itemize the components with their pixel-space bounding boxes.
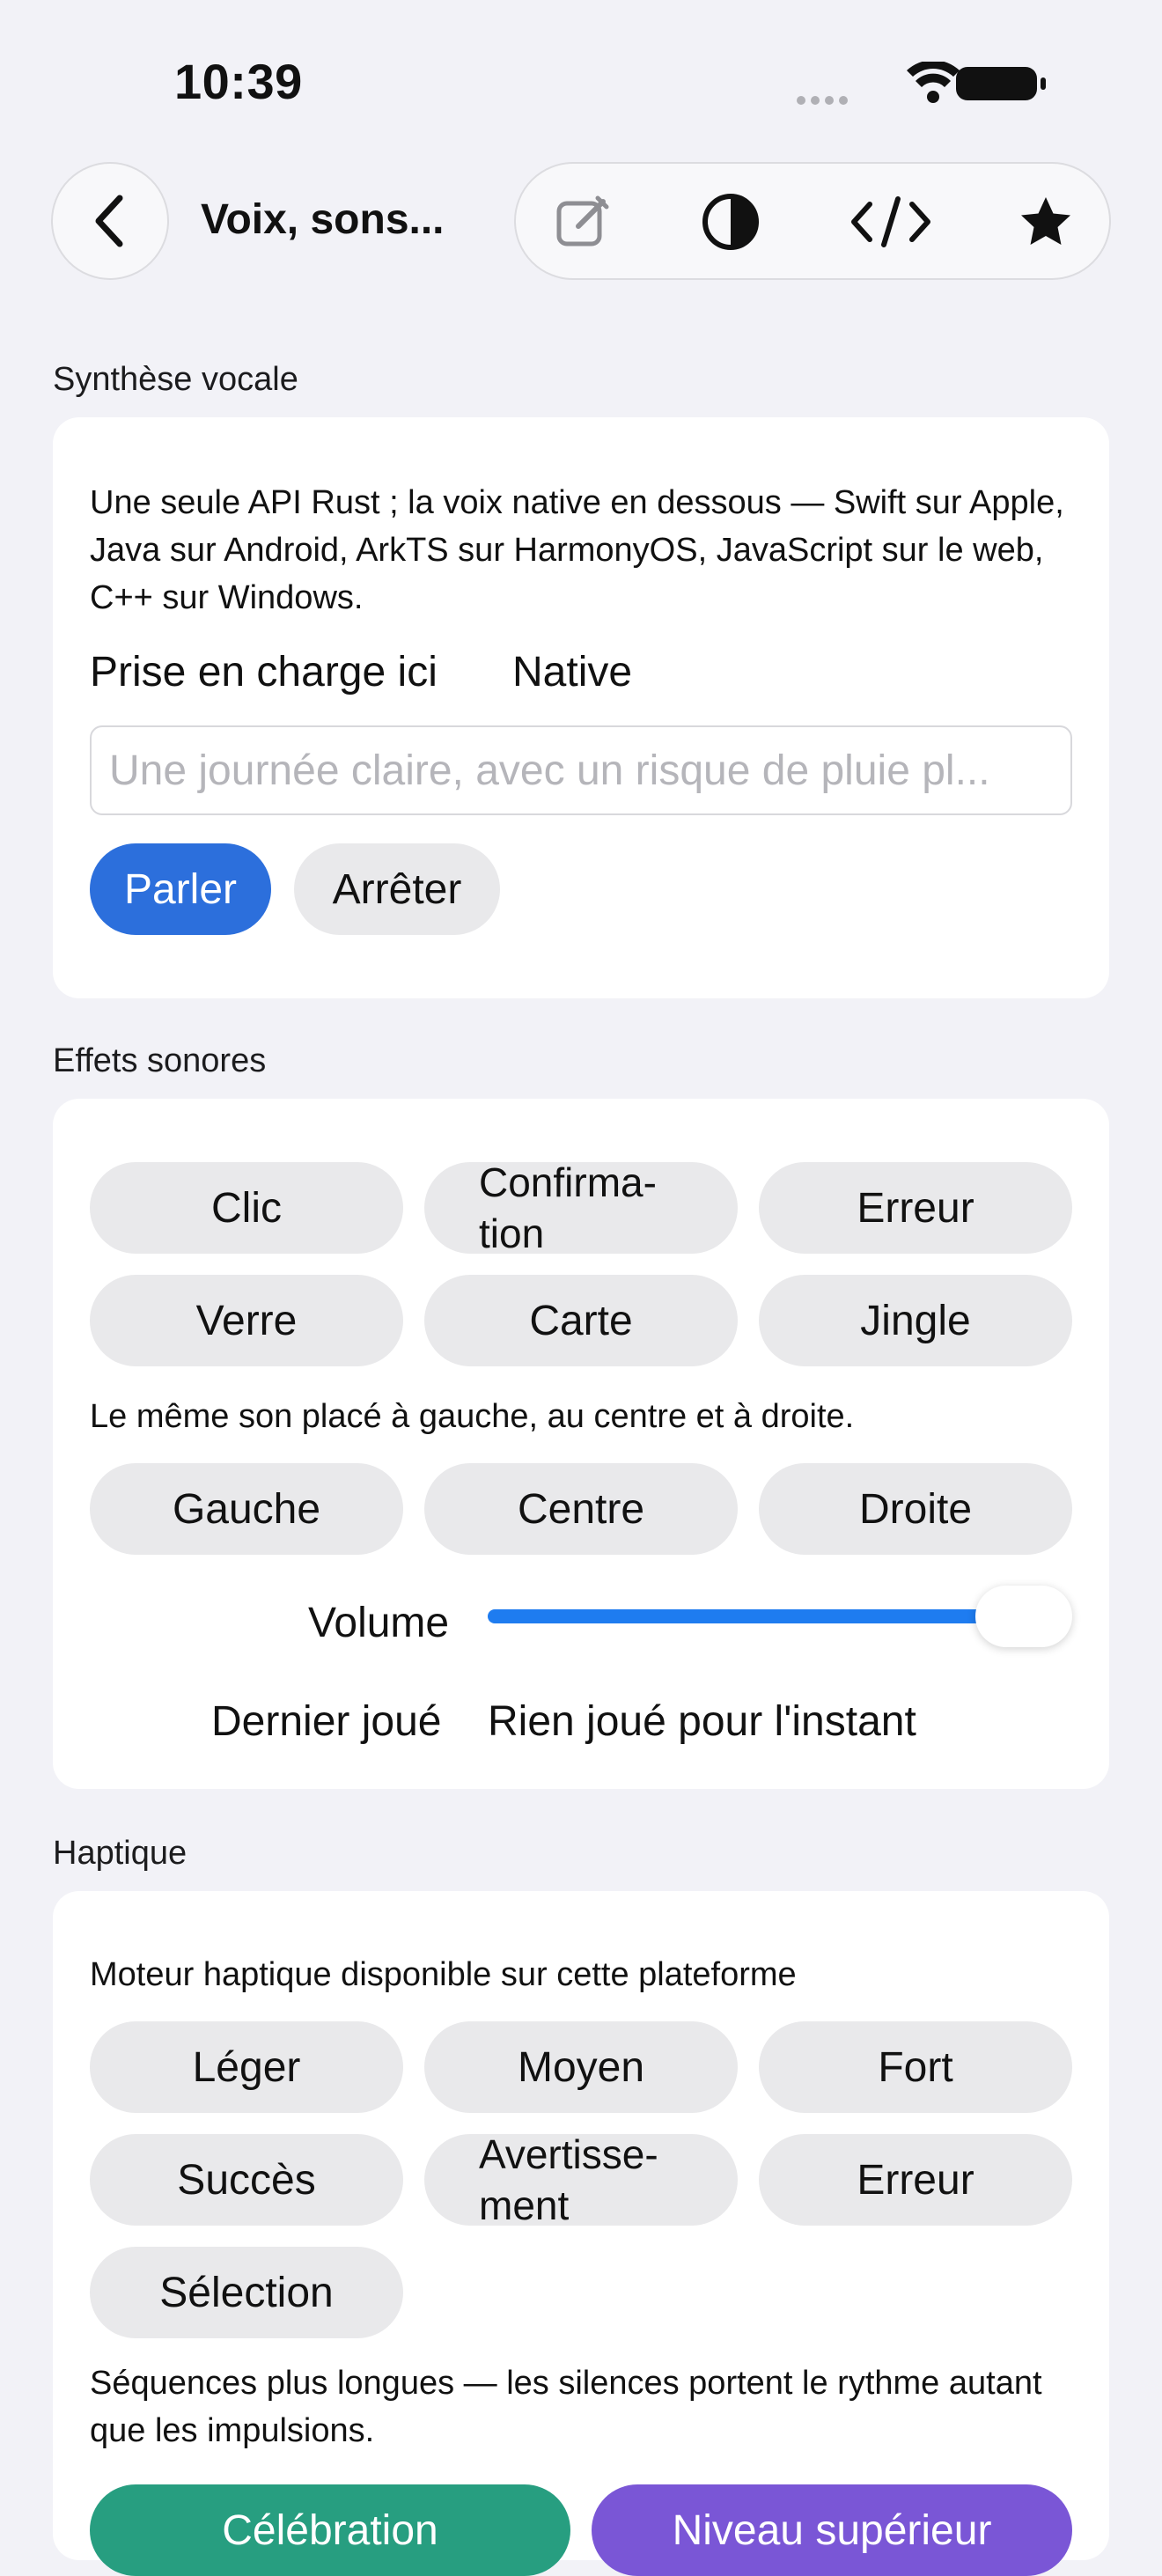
last-played-label: Dernier joué: [211, 1698, 442, 1745]
sound-clic-button[interactable]: Clic: [90, 1162, 403, 1254]
section-header-tts: Synthèse vocale: [53, 361, 298, 398]
favorite-button[interactable]: [1014, 190, 1077, 254]
sfx-card: Clic Confirma- tion Erreur Verre Carte J…: [53, 1099, 1109, 1789]
haptic-medium-button[interactable]: Moyen: [424, 2021, 738, 2113]
section-header-haptics: Haptique: [53, 1835, 188, 1872]
pan-left-button[interactable]: Gauche: [90, 1463, 403, 1555]
sound-glass-button[interactable]: Verre: [90, 1275, 403, 1366]
haptic-strong-button[interactable]: Fort: [759, 2021, 1072, 2113]
pan-caption: Le même son placé à gauche, au centre et…: [90, 1398, 855, 1435]
pan-right-button[interactable]: Droite: [759, 1463, 1072, 1555]
code-button[interactable]: [847, 190, 935, 254]
back-button[interactable]: [51, 162, 169, 280]
haptics-caption: Moteur haptique disponible sur cette pla…: [90, 1956, 797, 1993]
pan-center-button[interactable]: Centre: [424, 1463, 738, 1555]
haptic-error-button[interactable]: Erreur: [759, 2134, 1072, 2226]
last-played-value: Rien joué pour l'instant: [488, 1698, 916, 1745]
volume-slider-thumb[interactable]: [975, 1586, 1072, 1647]
stop-button[interactable]: Arrêter: [294, 843, 500, 935]
code-icon: [851, 196, 930, 247]
volume-slider-track: [488, 1609, 1024, 1623]
speak-button[interactable]: Parler: [90, 843, 271, 935]
back-chevron-icon: [95, 195, 123, 247]
cellular-dots-icon: [797, 96, 848, 105]
haptic-success-button[interactable]: Succès: [90, 2134, 403, 2226]
sound-error-button[interactable]: Erreur: [759, 1162, 1072, 1254]
sequence-celebration-button[interactable]: Célébration: [90, 2484, 570, 2576]
sound-card-button[interactable]: Carte: [424, 1275, 738, 1366]
sequence-level-up-button[interactable]: Niveau supérieur: [592, 2484, 1072, 2576]
support-label: Prise en charge ici: [90, 649, 438, 696]
contrast-icon: [702, 194, 759, 250]
haptic-selection-button[interactable]: Sélection: [90, 2247, 403, 2338]
volume-label: Volume: [308, 1600, 450, 1646]
haptics-card: Moteur haptique disponible sur cette pla…: [53, 1891, 1109, 2576]
haptic-light-button[interactable]: Léger: [90, 2021, 403, 2113]
volume-slider[interactable]: [488, 1564, 1072, 1669]
tts-card: Une seule API Rust ; la voix native en d…: [53, 417, 1109, 998]
contrast-button[interactable]: [699, 190, 762, 254]
sequence-caption: Séquences plus longues — les silences po…: [90, 2365, 1042, 2449]
star-icon: [1021, 197, 1070, 245]
haptic-warning-button[interactable]: Avertisse- ment: [424, 2131, 738, 2228]
edit-icon: [556, 195, 609, 247]
status-time: 10:39: [174, 54, 303, 109]
support-value: Native: [512, 649, 633, 696]
section-header-sfx: Effets sonores: [53, 1042, 267, 1079]
edit-button[interactable]: [551, 190, 614, 254]
tts-text-input[interactable]: Une journée claire, avec un risque de pl…: [90, 725, 1072, 815]
toolbar: [514, 162, 1111, 280]
page-title: Voix, sons...: [201, 196, 445, 243]
status-icons: [792, 60, 1048, 106]
sound-jingle-button[interactable]: Jingle: [759, 1275, 1072, 1366]
tts-description: Une seule API Rust ; la voix native en d…: [90, 484, 1064, 616]
wifi-icon: [907, 60, 960, 103]
sound-confirmation-button[interactable]: Confirma- tion: [424, 1159, 738, 1256]
battery-icon: [956, 67, 1046, 100]
